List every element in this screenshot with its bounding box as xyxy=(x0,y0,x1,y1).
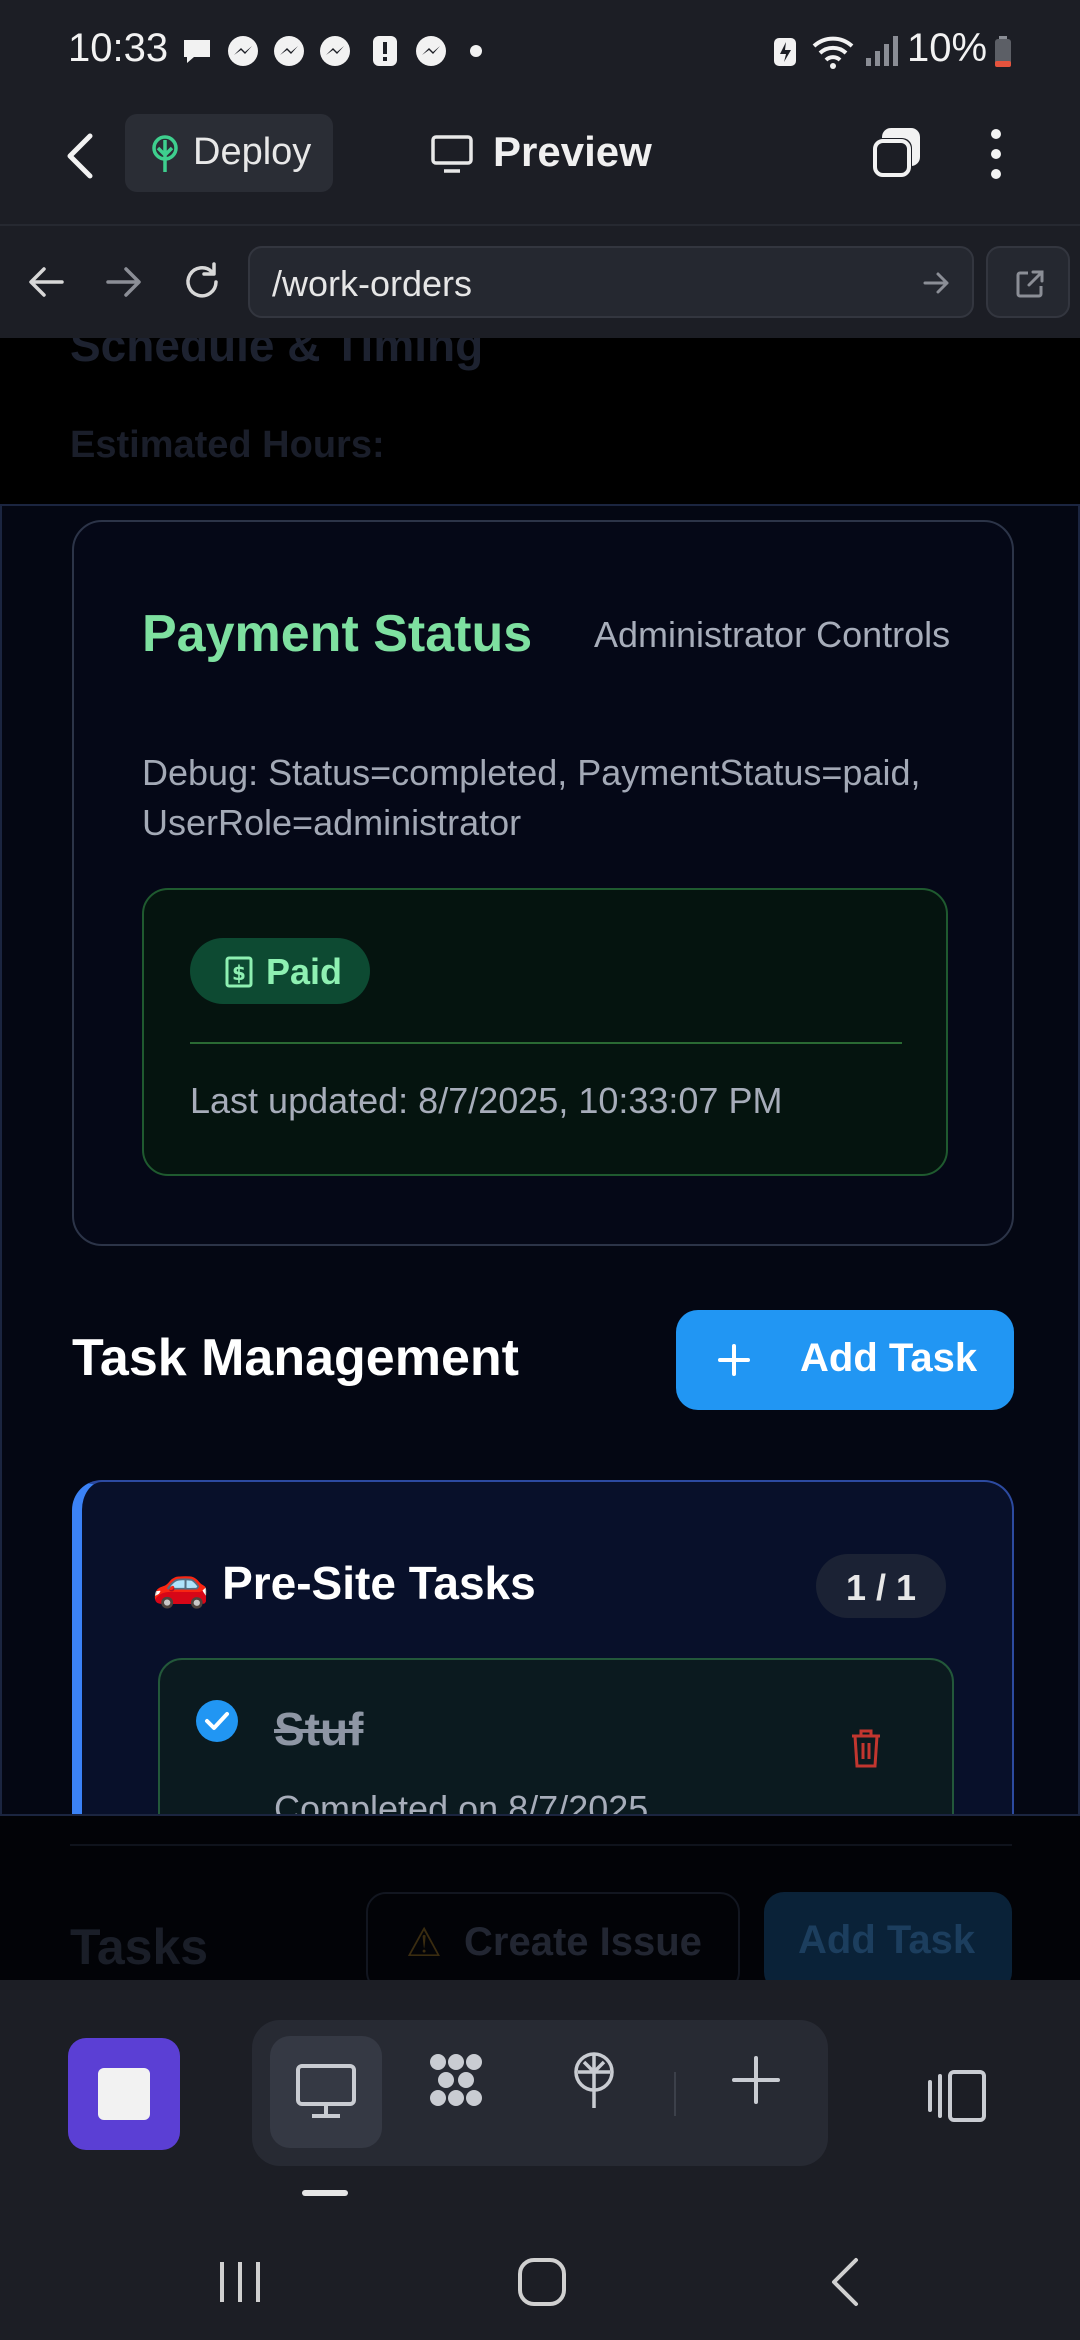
nav-forward-icon[interactable] xyxy=(104,264,144,300)
car-emoji-icon: 🚗 xyxy=(152,1557,210,1609)
wifi-icon xyxy=(812,36,854,69)
task-count-badge: 1 / 1 xyxy=(816,1554,946,1618)
dimmed-background-top: Schedule & Timing Estimated Hours: xyxy=(0,338,1080,504)
open-external-button[interactable] xyxy=(986,246,1070,318)
stop-icon xyxy=(98,2068,150,2120)
bottom-toolbar xyxy=(0,1980,1080,2226)
divider xyxy=(674,2072,676,2116)
pre-site-tasks-card: 🚗 Pre-Site Tasks 1 / 1 Stuf Completed on… xyxy=(72,1480,1014,1816)
trash-icon[interactable] xyxy=(846,1726,886,1770)
battery-percent: 10% xyxy=(907,26,988,70)
active-tool-indicator xyxy=(302,2190,348,2196)
preview-title[interactable]: Preview xyxy=(493,128,652,176)
battery-icon xyxy=(995,36,1011,67)
stop-button[interactable] xyxy=(68,2038,180,2150)
dot-icon xyxy=(470,45,482,57)
administrator-controls-label: Administrator Controls xyxy=(594,614,951,655)
paid-label: Paid xyxy=(266,951,343,992)
add-task-label: Add Task xyxy=(800,1336,978,1380)
nav-back-icon[interactable] xyxy=(26,264,66,300)
back-icon[interactable] xyxy=(818,2252,878,2312)
add-task-button[interactable]: Add Task xyxy=(676,1310,1014,1410)
split-panel-icon[interactable] xyxy=(924,2066,988,2126)
task-count-text: 1 / 1 xyxy=(845,1567,917,1608)
monitor-icon xyxy=(296,2064,356,2118)
recent-apps-icon[interactable] xyxy=(210,2252,270,2312)
debug-text: Debug: Status=completed, PaymentStatus=p… xyxy=(142,752,921,843)
messenger-icon xyxy=(416,36,446,66)
url-bar: /work-orders xyxy=(0,224,1080,338)
messenger-icon xyxy=(228,36,258,66)
home-icon[interactable] xyxy=(512,2252,572,2312)
tool-switcher xyxy=(252,2020,828,2166)
deploy-label: Deploy xyxy=(193,131,312,173)
web-content: Schedule & Timing Estimated Hours: Payme… xyxy=(0,338,1080,1980)
tabs-icon[interactable] xyxy=(868,124,926,182)
signal-icon xyxy=(866,36,898,66)
reload-icon[interactable] xyxy=(180,260,224,304)
deploy-icon[interactable] xyxy=(564,2050,624,2110)
battery-saver-icon xyxy=(774,38,796,66)
plus-icon[interactable] xyxy=(726,2050,786,2110)
payment-status-title: Payment Status xyxy=(142,605,533,663)
svg-text:$: $ xyxy=(232,961,246,985)
add-task-button-dimmed: Add Task xyxy=(764,1892,1012,1980)
payment-status-box: $ Paid Last updated: 8/7/2025, 10:33:07 … xyxy=(142,888,948,1176)
back-arrow-icon[interactable] xyxy=(62,130,98,182)
url-input[interactable]: /work-orders xyxy=(248,246,974,318)
paid-badge[interactable]: $ Paid xyxy=(190,938,370,1004)
checkbox-checked-icon[interactable] xyxy=(194,1698,240,1744)
create-issue-label: Create Issue xyxy=(464,1920,702,1964)
deploy-icon xyxy=(152,135,178,172)
url-text: /work-orders xyxy=(272,263,473,304)
create-issue-button-dimmed: ⚠ Create Issue xyxy=(366,1892,740,1980)
chat-bubble-icon xyxy=(184,40,210,63)
receipt-dollar-icon: $ xyxy=(225,956,253,988)
monitor-icon xyxy=(431,135,473,173)
status-bar: 10:33 10% xyxy=(0,0,1080,100)
task-group-title: 🚗 Pre-Site Tasks xyxy=(152,1557,536,1609)
task-item: Stuf Completed on 8/7/2025 xyxy=(158,1658,954,1816)
status-time: 10:33 xyxy=(68,26,169,70)
shell-icon[interactable] xyxy=(426,2050,486,2110)
divider xyxy=(70,1844,1012,1846)
app-bar: Deploy Preview xyxy=(0,100,1080,224)
estimated-hours-label: Estimated Hours: xyxy=(70,424,385,466)
modal-panel: Payment Status Administrator Controls De… xyxy=(0,504,1080,1816)
dimmed-background-bottom: Tasks ⚠ Create Issue Add Task xyxy=(0,1816,1080,1980)
deploy-button[interactable]: Deploy xyxy=(125,114,333,192)
warning-icon: ⚠ xyxy=(406,1921,442,1965)
alert-icon xyxy=(373,36,397,66)
task-completed-text: Completed on 8/7/2025 xyxy=(274,1788,649,1816)
tasks-heading-dimmed: Tasks xyxy=(70,1919,209,1975)
messenger-icon xyxy=(320,36,350,66)
task-management-heading: Task Management xyxy=(72,1329,519,1387)
go-arrow-icon[interactable] xyxy=(922,270,952,296)
messenger-icon xyxy=(274,36,304,66)
add-task-label-dimmed: Add Task xyxy=(798,1918,976,1962)
more-vertical-icon[interactable] xyxy=(984,126,1008,182)
external-link-icon xyxy=(1016,270,1044,298)
preview-tool-button[interactable] xyxy=(270,2036,382,2148)
payment-status-card: Payment Status Administrator Controls De… xyxy=(72,520,1014,1246)
last-updated-text: Last updated: 8/7/2025, 10:33:07 PM xyxy=(190,1080,783,1121)
plus-icon xyxy=(718,1344,750,1376)
task-name: Stuf xyxy=(274,1703,364,1755)
divider xyxy=(190,1042,902,1044)
system-nav-bar xyxy=(0,2226,1080,2340)
section-title-dimmed: Schedule & Timing xyxy=(70,338,484,371)
